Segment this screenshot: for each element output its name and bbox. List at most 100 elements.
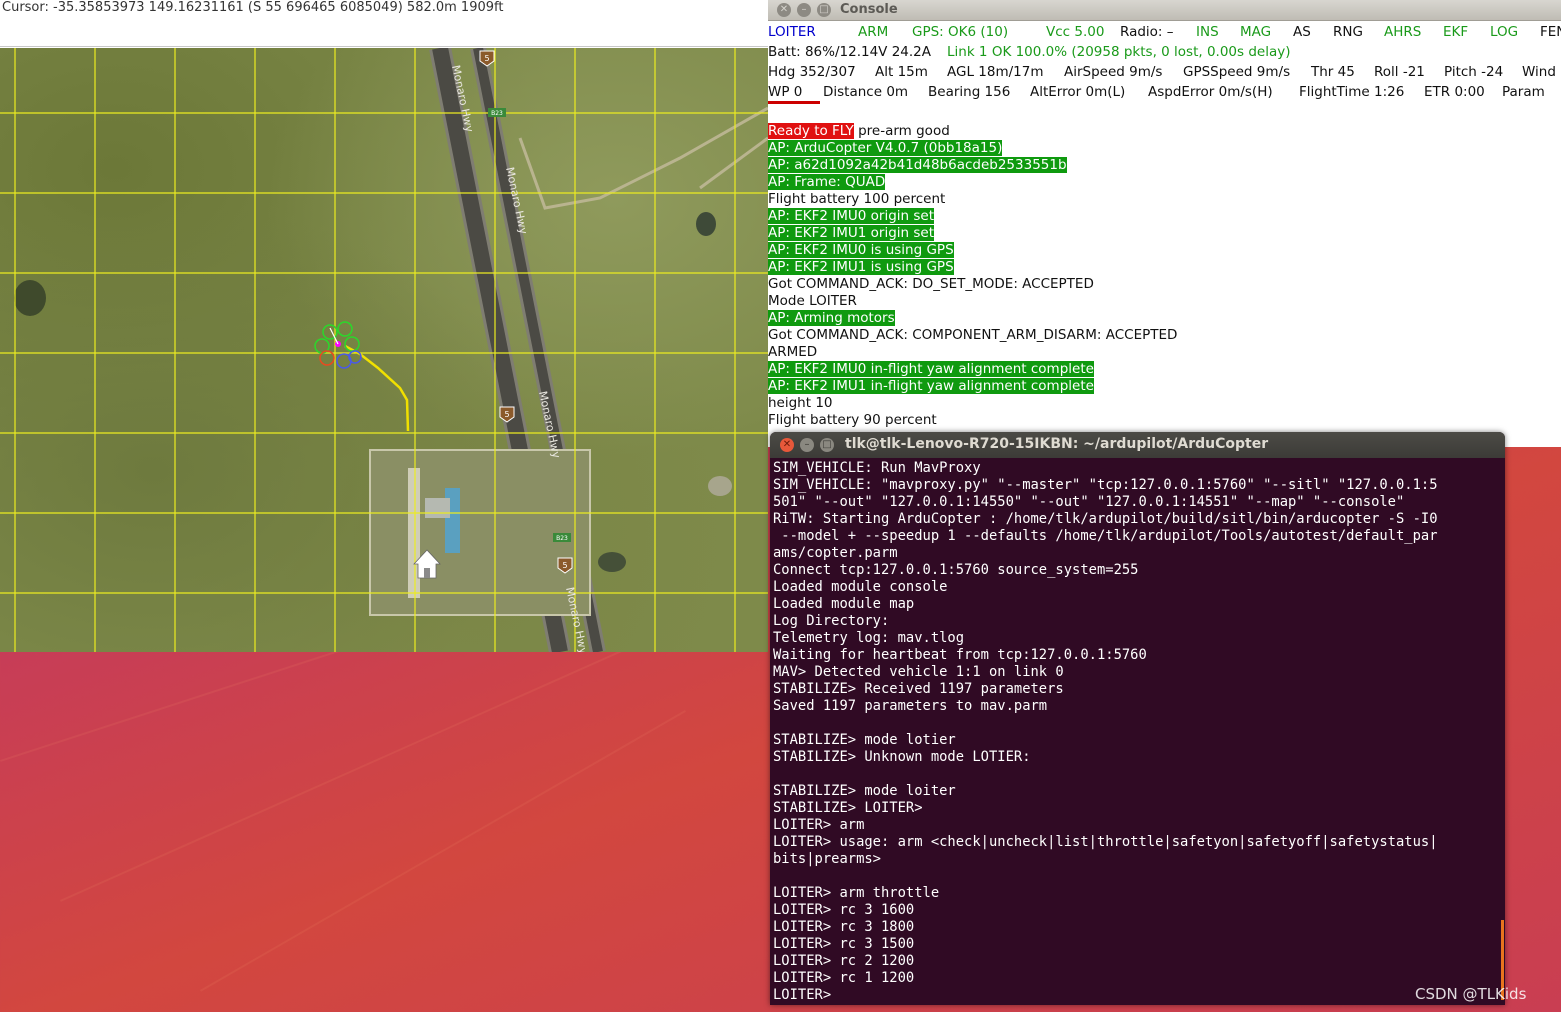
terminal-line: Connect tcp:127.0.0.1:5760 source_system… <box>773 562 1139 578</box>
svg-text:5: 5 <box>562 561 567 570</box>
route-tag: B23 <box>488 108 506 117</box>
log-line-text: height 10 <box>768 395 833 411</box>
log-line-text: AP: EKF2 IMU1 in-flight yaw alignment co… <box>768 378 1094 394</box>
terminal-line: --model + --speedup 1 --defaults /home/t… <box>773 528 1438 544</box>
terminal-line: STABILIZE> mode lotier <box>773 732 956 748</box>
building <box>425 498 450 518</box>
gpsspeed-readout: GPSSpeed 9m/s <box>1183 64 1291 80</box>
log-line: ARMED <box>768 344 1561 361</box>
terminal-line: LOITER> rc 2 1200 <box>773 953 915 969</box>
terminal-window: ✕ – □ tlk@tlk-Lenovo-R720-15IKBN: ~/ardu… <box>770 432 1505 1005</box>
console-title: Console <box>840 2 898 17</box>
terminal-line: Waiting for heartbeat from tcp:127.0.0.1… <box>773 647 1147 663</box>
log-line: Got COMMAND_ACK: DO_SET_MODE: ACCEPTED <box>768 276 1561 293</box>
flighttime-readout: FlightTime 1:26 <box>1299 84 1405 100</box>
console-window: ✕ – □ Console LOITER ARM GPS: OK6 (10) V… <box>768 0 1561 447</box>
terminal-line: LOITER> <box>773 987 832 1003</box>
log-line-text: AP: EKF2 IMU0 is using GPS <box>768 242 954 258</box>
terminal-line: Saved 1197 parameters to mav.parm <box>773 698 1048 714</box>
terminal-line: MAV> Detected vehicle 1:1 on link 0 <box>773 664 1064 680</box>
satellite-map[interactable]: Monaro Hwy Monaro Hwy Monaro Hwy Monaro … <box>0 48 768 652</box>
terminal-line: LOITER> rc 3 1800 <box>773 919 915 935</box>
throttle-readout: Thr 45 <box>1311 64 1355 80</box>
agl-readout: AGL 18m/17m <box>947 64 1044 80</box>
ready-line: Ready to FLY pre-arm good <box>768 123 1561 140</box>
log-line: AP: EKF2 IMU0 is using GPS <box>768 242 1561 259</box>
minimize-icon[interactable]: – <box>797 3 811 17</box>
log-line: AP: EKF2 IMU1 in-flight yaw alignment co… <box>768 378 1561 395</box>
terminal-line: Loaded module console <box>773 579 948 595</box>
ready-badge: Ready to FLY <box>768 123 854 139</box>
terminal-line: LOITER> arm throttle <box>773 885 940 901</box>
log-line-text: Flight battery 90 percent <box>768 412 937 428</box>
maximize-icon[interactable]: □ <box>817 3 831 17</box>
tab-param[interactable]: Param <box>1502 82 1545 102</box>
terminal-line: SIM_VEHICLE: Run MavProxy <box>773 460 981 476</box>
log-line: AP: EKF2 IMU0 in-flight yaw alignment co… <box>768 361 1561 378</box>
terminal-line: RiTW: Starting ArduCopter : /home/tlk/ar… <box>773 511 1438 527</box>
log-line: Flight battery 90 percent <box>768 412 1561 429</box>
log-line: AP: Frame: QUAD <box>768 174 1561 191</box>
log-line-text: Mode LOITER <box>768 293 857 309</box>
terminal-title: tlk@tlk-Lenovo-R720-15IKBN: ~/ardupilot/… <box>845 436 1269 452</box>
airspeed-readout: AirSpeed 9m/s <box>1064 64 1163 80</box>
log-line-text: AP: EKF2 IMU1 is using GPS <box>768 259 954 275</box>
building <box>445 488 460 553</box>
radio-indicator: Radio: – <box>1120 24 1174 40</box>
arm-indicator: ARM <box>858 24 889 40</box>
terminal-line: STABILIZE> Received 1197 parameters <box>773 681 1064 697</box>
alterror-readout: AltError 0m(L) <box>1030 84 1126 100</box>
etr-readout: ETR 0:00 <box>1424 84 1485 100</box>
heading-readout: Hdg 352/307 <box>768 64 856 80</box>
link-readout: Link 1 OK 100.0% (20958 pkts, 0 lost, 0.… <box>947 44 1291 60</box>
log-line: AP: EKF2 IMU0 origin set <box>768 208 1561 225</box>
log-line: AP: EKF2 IMU1 is using GPS <box>768 259 1561 276</box>
map-window: Cursor: -35.35853973 149.16231161 (S 55 … <box>0 0 768 652</box>
console-titlebar[interactable]: ✕ – □ Console <box>768 0 1561 21</box>
terminal-line: STABILIZE> mode loiter <box>773 783 956 799</box>
log-line: Mode LOITER <box>768 293 1561 310</box>
ahrs-indicator: AHRS <box>1384 24 1422 40</box>
alt-readout: Alt 15m <box>875 64 928 80</box>
terminal-line: STABILIZE> LOITER> <box>773 800 923 816</box>
terminal-titlebar[interactable]: ✕ – □ tlk@tlk-Lenovo-R720-15IKBN: ~/ardu… <box>770 432 1505 458</box>
terminal-line: Loaded module map <box>773 596 915 612</box>
log-line-text: AP: EKF2 IMU0 in-flight yaw alignment co… <box>768 361 1094 377</box>
log-line-text: Got COMMAND_ACK: COMPONENT_ARM_DISARM: A… <box>768 327 1178 343</box>
log-line: Flight battery 100 percent <box>768 191 1561 208</box>
log-indicator: LOG <box>1490 24 1519 40</box>
compound <box>369 449 591 616</box>
svg-text:5: 5 <box>484 54 489 63</box>
terminal-line: SIM_VEHICLE: "mavproxy.py" "--master" "t… <box>773 477 1438 493</box>
terminal-line: LOITER> arm <box>773 817 865 833</box>
bearing-readout: Bearing 156 <box>928 84 1011 100</box>
svg-text:B23: B23 <box>556 535 568 542</box>
log-line-text: AP: a62d1092a42b41d48b6acdeb2533551b <box>768 157 1067 173</box>
watermark: CSDN @TLKids <box>1415 985 1527 1003</box>
rng-indicator: RNG <box>1333 24 1363 40</box>
aspderror-readout: AspdError 0m/s(H) <box>1148 84 1273 100</box>
minimize-icon[interactable]: – <box>800 438 814 452</box>
close-icon[interactable]: ✕ <box>780 438 794 452</box>
terminal-line: Telemetry log: mav.tlog <box>773 630 965 646</box>
terminal-line: LOITER> rc 1 1200 <box>773 970 915 986</box>
log-line: height 10 <box>768 395 1561 412</box>
active-tab-underline <box>768 101 820 104</box>
log-line-text: ARMED <box>768 344 818 360</box>
log-line-text: AP: ArduCopter V4.0.7 (0bb18a15) <box>768 140 1003 156</box>
cursor-readout: Cursor: -35.35853973 149.16231161 (S 55 … <box>0 0 768 47</box>
pond <box>598 552 626 572</box>
log-line-text: AP: EKF2 IMU0 origin set <box>768 208 934 224</box>
terminal-output[interactable]: SIM_VEHICLE: Run MavProxy SIM_VEHICLE: "m… <box>773 460 1498 1004</box>
log-line-text: Flight battery 100 percent <box>768 191 946 207</box>
close-icon[interactable]: ✕ <box>777 3 791 17</box>
log-line-text: AP: Arming motors <box>768 310 895 326</box>
maximize-icon[interactable]: □ <box>820 438 834 452</box>
vcc-indicator: Vcc 5.00 <box>1046 24 1105 40</box>
tank <box>708 476 732 496</box>
tab-wp[interactable]: WP 0 <box>768 82 802 102</box>
flight-trail <box>344 344 410 432</box>
